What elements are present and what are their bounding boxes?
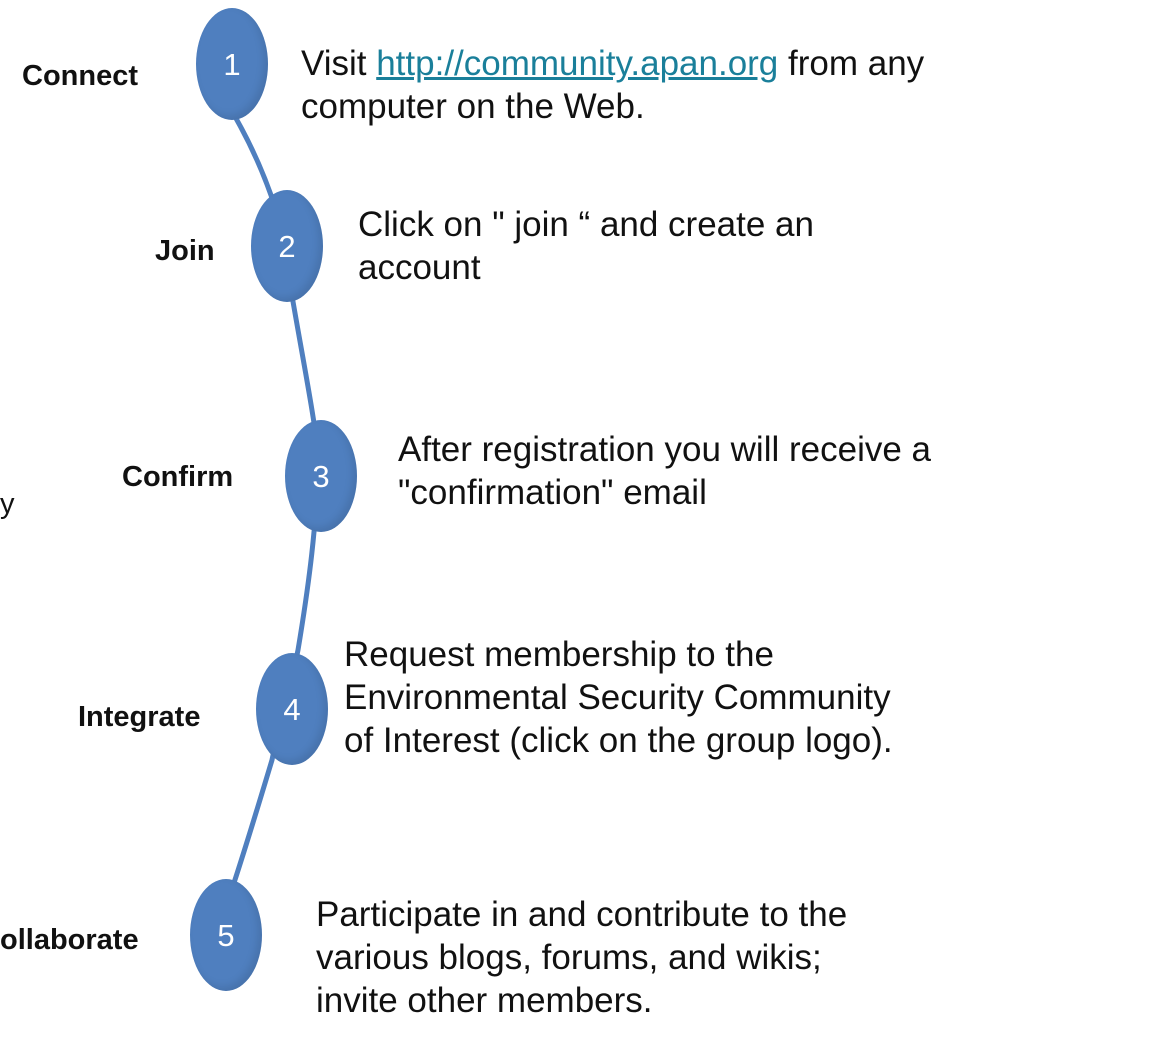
step-4-number: 4 [283,691,301,727]
step-2-number: 2 [278,228,296,264]
step-4-node: 4 [256,653,328,765]
step-2-desc-line1: Click on " join “ and create an [358,205,814,244]
step-1-desc-suffix: from any [778,44,925,83]
step-4-desc-line1: Request membership to the [344,635,774,674]
process-diagram: y 1 Connect Visit http://community.apan.… [0,0,1157,1043]
step-4-description: Request membership to the Environmental … [344,633,1154,762]
step-1-node: 1 [196,8,268,120]
step-4-desc-line2: Environmental Security Community [344,678,891,718]
step-5-desc-line3: invite other members. [316,981,653,1021]
step-2-label: Join [155,235,215,267]
step-1-desc-prefix: Visit [301,44,377,83]
step-5-label: ollaborate [0,924,139,956]
step-2-node: 2 [251,190,323,302]
step-3-description: After registration you will receive a "c… [398,428,1153,514]
step-1-label: Connect [22,60,138,92]
stray-text-fragment: y [0,488,15,520]
step-2-desc-line2: account [358,248,481,288]
step-1-description: Visit http://community.apan.org from any… [301,42,1151,128]
step-1-number: 1 [223,46,241,82]
step-2-description: Click on " join “ and create an account [358,203,1078,289]
step-5-description: Participate in and contribute to the var… [316,893,1116,1022]
step-5-desc-line2: various blogs, forums, and wikis; [316,938,822,978]
step-3-desc-line1: After registration you will receive a [398,430,931,469]
step-4-label: Integrate [78,701,201,733]
step-1-desc-line2: computer on the Web. [301,87,645,127]
community-apan-link[interactable]: http://community.apan.org [376,44,778,83]
connector-line [227,105,321,898]
step-3-node: 3 [285,420,357,532]
step-5-number: 5 [217,917,235,953]
step-5-desc-line1: Participate in and contribute to the [316,895,848,934]
step-3-number: 3 [312,458,330,494]
step-3-label: Confirm [122,461,234,493]
step-3-desc-line2: "confirmation" email [398,473,707,513]
step-4-desc-line3: of Interest (click on the group logo). [344,721,893,761]
step-5-node: 5 [190,879,262,991]
